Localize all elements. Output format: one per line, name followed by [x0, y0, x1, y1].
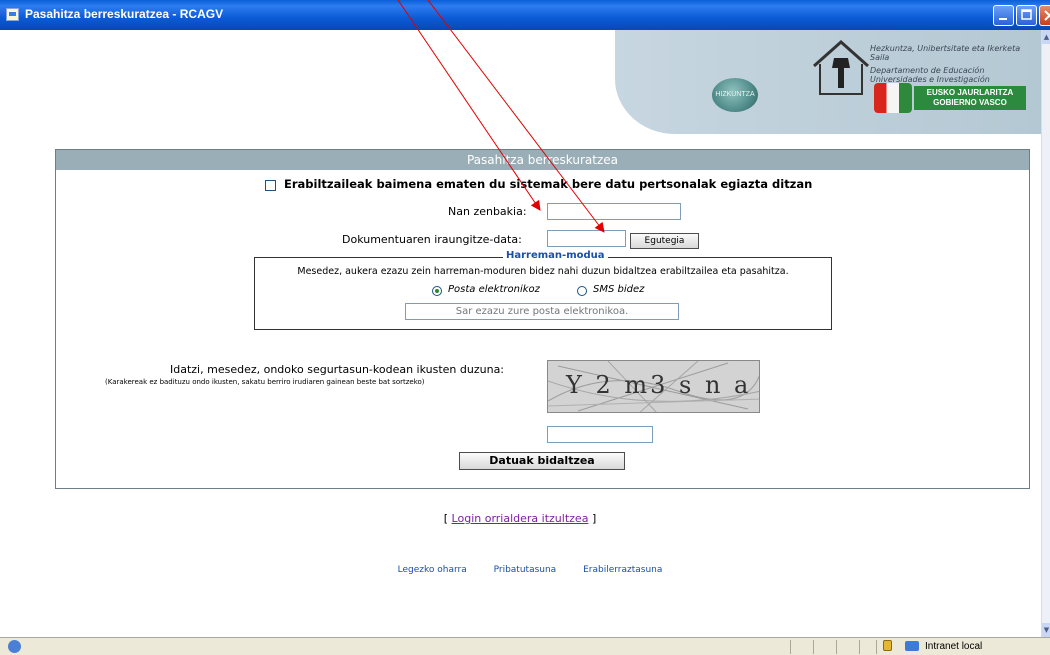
consent-checkbox[interactable]: [265, 180, 276, 191]
accessibility-link[interactable]: Erabilerraztasuna: [583, 565, 662, 575]
password-recovery-panel: Pasahitza berreskuratzea Erabiltzaileak …: [55, 149, 1030, 489]
title-bar[interactable]: Pasahitza berreskuratzea - RCAGV: [0, 0, 1050, 30]
status-divider: [859, 640, 860, 654]
status-divider: [836, 640, 837, 654]
department-name-basque: Hezkuntza, Unibertsitate eta Ikerketa Sa…: [870, 44, 1021, 62]
security-zone-label: Intranet local: [925, 641, 983, 652]
bracket-close: ]: [591, 512, 597, 525]
scroll-down-arrow-icon[interactable]: ▼: [1042, 623, 1050, 637]
expiry-date-label: Dokumentuaren iraungitze-data:: [342, 233, 522, 246]
captcha-label: Idatzi, mesedez, ondoko segurtasun-kodea…: [170, 363, 505, 376]
gobierno-vasco-logo: EUSKO JAURLARITZA GOBIERNO VASCO: [872, 83, 1028, 113]
minimize-icon: [999, 18, 1007, 20]
header-banner: Hezkuntza, Unibertsitate eta Ikerketa Sa…: [615, 30, 1041, 134]
department-name-spanish: Departamento de Educación Universidades …: [870, 66, 990, 84]
back-to-login: [ Login orrialdera itzultzea ]: [0, 512, 1040, 525]
page-status-icon: [8, 640, 21, 653]
captcha-image[interactable]: Y 2 m3 s n a: [547, 360, 760, 413]
close-icon: [1044, 10, 1050, 21]
window-title: Pasahitza berreskuratzea - RCAGV: [25, 7, 224, 21]
coat-of-arms-icon: [874, 83, 912, 113]
privacy-link[interactable]: Pribatutasuna: [494, 565, 557, 575]
sms-radio-label[interactable]: SMS bidez: [593, 284, 644, 295]
status-bar: Intranet local: [0, 637, 1050, 655]
footer-links: Legezko oharra Pribatutasuna Erabilerraz…: [0, 565, 1050, 575]
intranet-zone-icon: [905, 641, 919, 651]
ie-page-icon: [6, 8, 19, 21]
close-button[interactable]: [1039, 5, 1050, 26]
contact-method-fieldset: Harreman-modua Mesedez, aukera ezazu zei…: [254, 250, 832, 330]
contact-method-legend: Harreman-modua: [503, 250, 608, 261]
email-input[interactable]: [405, 303, 679, 320]
government-name-spanish: GOBIERNO VASCO: [933, 98, 1007, 107]
captcha-hint: (Karakereak ez badituzu ondo ikusten, sa…: [105, 378, 425, 386]
legal-notice-link[interactable]: Legezko oharra: [398, 565, 467, 575]
id-number-label: Nan zenbakia:: [448, 205, 527, 218]
email-radio-label[interactable]: Posta elektronikoz: [448, 284, 540, 295]
scroll-up-arrow-icon[interactable]: ▲: [1042, 30, 1050, 44]
captcha-characters: Y 2 m3 s n a: [566, 371, 752, 399]
expiry-date-input[interactable]: [547, 230, 626, 247]
email-radio[interactable]: [432, 286, 442, 296]
government-name-basque: EUSKO JAURLARITZA: [926, 88, 1014, 97]
vertical-scrollbar[interactable]: ▲ ▼: [1041, 30, 1050, 637]
hizkuntza-logo[interactable]: HIZKUNTZA: [712, 78, 758, 112]
calendar-button[interactable]: Egutegia: [630, 233, 699, 249]
bracket-open: [: [443, 512, 449, 525]
panel-title: Pasahitza berreskuratzea: [56, 150, 1029, 170]
sms-radio[interactable]: [577, 286, 587, 296]
status-divider: [876, 640, 877, 654]
government-name: EUSKO JAURLARITZA GOBIERNO VASCO: [914, 86, 1026, 110]
maximize-icon: [1021, 9, 1032, 20]
lock-icon: [883, 640, 892, 651]
maximize-button[interactable]: [1016, 5, 1037, 26]
captcha-input[interactable]: [547, 426, 653, 443]
minimize-button[interactable]: [993, 5, 1014, 26]
id-number-input[interactable]: [547, 203, 681, 220]
consent-label: Erabiltzaileak baimena ematen du sistema…: [284, 177, 813, 191]
house-logo-icon: [813, 39, 869, 95]
status-divider: [813, 640, 814, 654]
browser-window: Pasahitza berreskuratzea - RCAGV Hezkunt…: [0, 0, 1050, 655]
contact-method-hint: Mesedez, aukera ezazu zein harreman-modu…: [297, 266, 789, 277]
back-to-login-link[interactable]: Login orrialdera itzultzea: [452, 512, 589, 525]
status-divider: [790, 640, 791, 654]
submit-button[interactable]: Datuak bidaltzea: [459, 452, 625, 470]
